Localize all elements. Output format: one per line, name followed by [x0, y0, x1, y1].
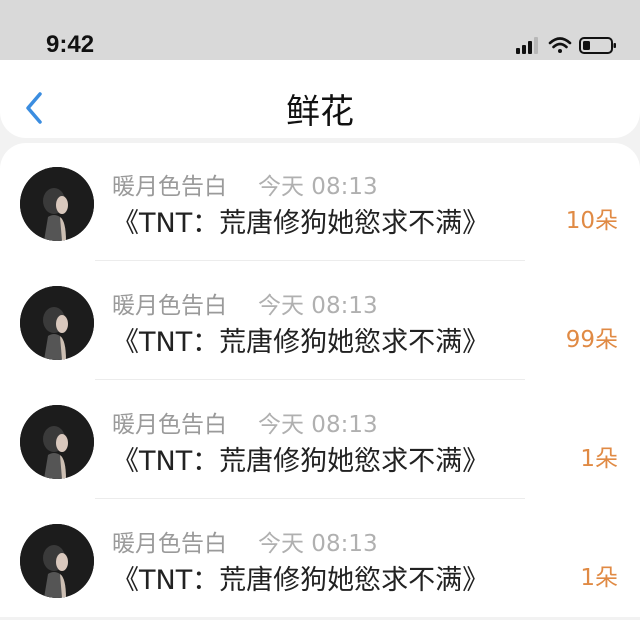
list-item[interactable]: 暖月色告白 今天 08:13 《TNT：荒唐修狗她慾求不满》 1朵 [0, 381, 640, 501]
status-icons [516, 37, 616, 54]
work-title: 《TNT：荒唐修狗她慾求不满》 [112, 327, 490, 358]
list-item[interactable]: 暖月色告白 今天 08:13 《TNT：荒唐修狗她慾求不满》 99朵 [0, 262, 640, 382]
list-item[interactable]: 暖月色告白 今天 08:13 《TNT：荒唐修狗她慾求不满》 10朵 [0, 143, 640, 263]
battery-icon [579, 37, 616, 54]
flower-count: 99朵 [565, 327, 618, 353]
work-title: 《TNT：荒唐修狗她慾求不满》 [112, 208, 490, 239]
divider [95, 498, 525, 499]
avatar[interactable] [20, 524, 94, 598]
signal-icon [516, 37, 538, 54]
work-title: 《TNT：荒唐修狗她慾求不满》 [112, 446, 490, 477]
timestamp: 今天 08:13 [258, 412, 378, 438]
sender-name: 暖月色告白 [112, 174, 227, 200]
flower-count: 1朵 [580, 446, 618, 472]
wifi-icon [548, 37, 572, 53]
timestamp: 今天 08:13 [258, 293, 378, 319]
avatar[interactable] [20, 167, 94, 241]
page-title: 鲜花 [286, 92, 354, 132]
list-item[interactable]: 暖月色告白 今天 08:13 《TNT：荒唐修狗她慾求不满》 1朵 [0, 500, 640, 620]
status-time: 9:42 [46, 31, 95, 58]
timestamp: 今天 08:13 [258, 531, 378, 557]
timestamp: 今天 08:13 [258, 174, 378, 200]
sender-name: 暖月色告白 [112, 412, 227, 438]
divider [95, 379, 525, 380]
flower-list: 暖月色告白 今天 08:13 《TNT：荒唐修狗她慾求不满》 10朵 暖月色告白… [0, 143, 640, 617]
flower-count: 1朵 [580, 565, 618, 591]
status-bar: 9:42 [0, 0, 640, 60]
flower-count: 10朵 [565, 208, 618, 234]
sender-name: 暖月色告白 [112, 531, 227, 557]
sender-name: 暖月色告白 [112, 293, 227, 319]
work-title: 《TNT：荒唐修狗她慾求不满》 [112, 565, 490, 596]
avatar[interactable] [20, 286, 94, 360]
divider [95, 260, 525, 261]
avatar[interactable] [20, 405, 94, 479]
